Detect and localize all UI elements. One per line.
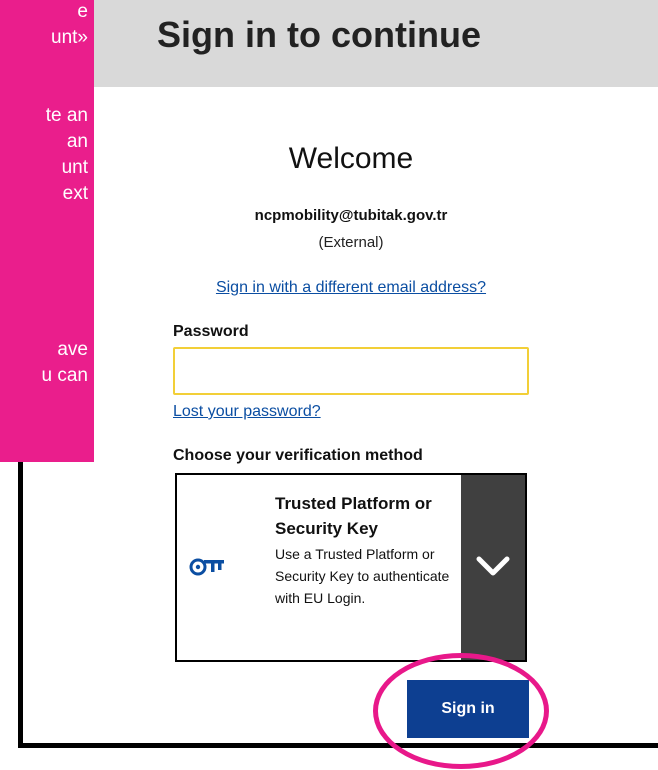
- method-dropdown-toggle[interactable]: [461, 475, 525, 660]
- password-input[interactable]: [173, 347, 529, 395]
- different-email-link[interactable]: Sign in with a different email address?: [173, 279, 529, 297]
- callout-line: an: [66, 131, 88, 152]
- verification-method-select[interactable]: Trusted Platform or Security Key Use a T…: [175, 473, 527, 662]
- callout-line: unt»: [51, 27, 88, 48]
- verification-method-label: Choose your verification method: [173, 447, 423, 464]
- method-description: Use a Trusted Platform or Security Key t…: [275, 546, 450, 606]
- callout-line: ave: [57, 339, 88, 360]
- sign-in-button[interactable]: Sign in: [407, 680, 529, 738]
- callout-line: ext: [62, 183, 88, 204]
- user-email: ncpmobility@tubitak.gov.tr: [254, 207, 448, 224]
- lost-password-link: Lost your password?: [173, 403, 321, 420]
- callout-line: te an: [45, 105, 88, 126]
- welcome-heading: Welcome: [288, 142, 414, 175]
- login-dialog: Sign in to continue Welcome ncpmobility@…: [18, 0, 658, 748]
- dialog-title: Sign in to continue: [157, 14, 481, 55]
- chevron-down-icon: [476, 556, 510, 576]
- key-icon: [189, 558, 224, 576]
- callout-line: u can: [41, 365, 88, 386]
- annotation-callout: e unt» te an an unt ext ave u can: [0, 0, 94, 462]
- callout-line: unt: [61, 157, 88, 178]
- method-title: Trusted Platform or Security Key: [275, 494, 432, 538]
- dialog-header: Sign in to continue: [23, 0, 658, 87]
- callout-line: e: [77, 1, 88, 22]
- account-type: (External): [318, 234, 384, 251]
- password-label: Password: [173, 323, 249, 340]
